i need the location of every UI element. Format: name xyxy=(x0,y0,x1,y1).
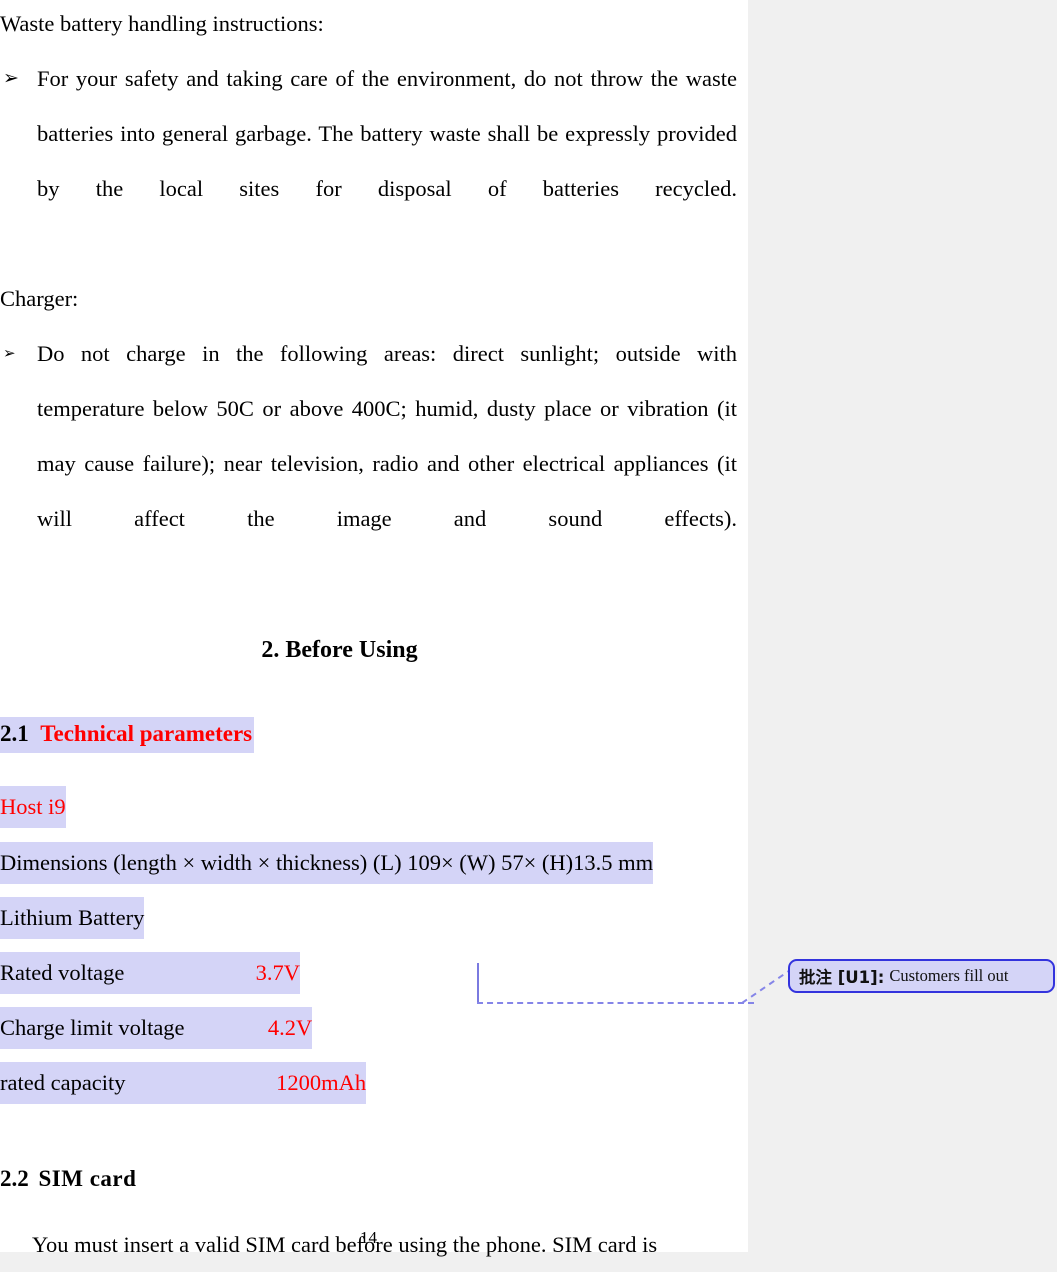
comment-leader-line xyxy=(477,1002,754,1004)
section-heading-2-1-wrap: 2.1 Technical parameters xyxy=(0,716,255,753)
chapter-heading-text: 2. Before Using xyxy=(261,637,418,663)
list-item-text: For your safety and taking care of the e… xyxy=(37,66,737,201)
spec-row-wrap: rated capacity 1200mAh xyxy=(0,1061,367,1104)
spec-row: rated capacity 1200mAh xyxy=(0,1055,737,1110)
chapter-heading: 2. Before Using xyxy=(0,636,737,665)
comment-balloon[interactable]: 批注 [U1]: Customers fill out xyxy=(788,959,1055,993)
spec-label: Dimensions (length × width × thickness) … xyxy=(0,841,654,884)
page-number-text: 14 xyxy=(360,1228,377,1247)
spec-row: Rated voltage 3.7V xyxy=(0,945,737,1000)
waste-battery-heading-text: Waste battery handling instructions: xyxy=(0,11,324,36)
spec-label: rated capacity xyxy=(0,1069,126,1095)
spec-label: Rated voltage xyxy=(0,959,125,985)
spec-row-wrap: Charge limit voltage 4.2V xyxy=(0,1006,313,1049)
waste-battery-heading: Waste battery handling instructions: xyxy=(0,0,737,51)
spec-host-label: Host i9 xyxy=(0,785,66,828)
spec-value: 1200mAh xyxy=(276,1069,367,1095)
spec-value: 3.7V xyxy=(255,959,300,985)
charger-heading-text: Charger: xyxy=(0,286,79,311)
spec-row: Dimensions (length × width × thickness) … xyxy=(0,835,737,890)
section-heading-2-2: 2.2 SIM card xyxy=(0,1165,737,1194)
comment-label: 批注 [U1]: xyxy=(799,968,885,987)
comment-text: Customers fill out xyxy=(889,966,1009,985)
list-item: ➢ Do not charge in the following areas: … xyxy=(0,326,737,601)
section-title: Technical parameters xyxy=(40,720,253,746)
section-heading-2-1: 2.1 Technical parameters xyxy=(0,716,737,753)
comment-margin-area xyxy=(748,0,1057,1252)
page-number: 14 xyxy=(0,1228,737,1248)
spec-host-row: Host i9 xyxy=(0,779,737,834)
list-item: ➢ For your safety and taking care of the… xyxy=(0,51,737,271)
comment-anchor-bar xyxy=(477,963,479,1004)
section-number: 2.1 xyxy=(0,720,29,746)
spec-label: Charge limit voltage xyxy=(0,1014,185,1040)
section-number: 2.2 xyxy=(0,1165,29,1191)
arrow-bullet-icon: ➢ xyxy=(3,67,19,89)
spec-label: Lithium Battery xyxy=(0,896,145,939)
list-item-text: Do not charge in the following areas: di… xyxy=(37,341,737,531)
spec-row-wrap: Rated voltage 3.7V xyxy=(0,951,300,994)
arrow-bullet-icon: ➢ xyxy=(3,344,16,362)
spec-value: 4.2V xyxy=(267,1014,313,1040)
document-page: Waste battery handling instructions: ➢ F… xyxy=(0,0,748,1257)
document-body: Waste battery handling instructions: ➢ F… xyxy=(0,0,737,1272)
charger-heading: Charger: xyxy=(0,271,737,326)
section-title: SIM card xyxy=(38,1165,137,1191)
spec-row: Charge limit voltage 4.2V xyxy=(0,1000,737,1055)
spec-row: Lithium Battery xyxy=(0,890,737,945)
